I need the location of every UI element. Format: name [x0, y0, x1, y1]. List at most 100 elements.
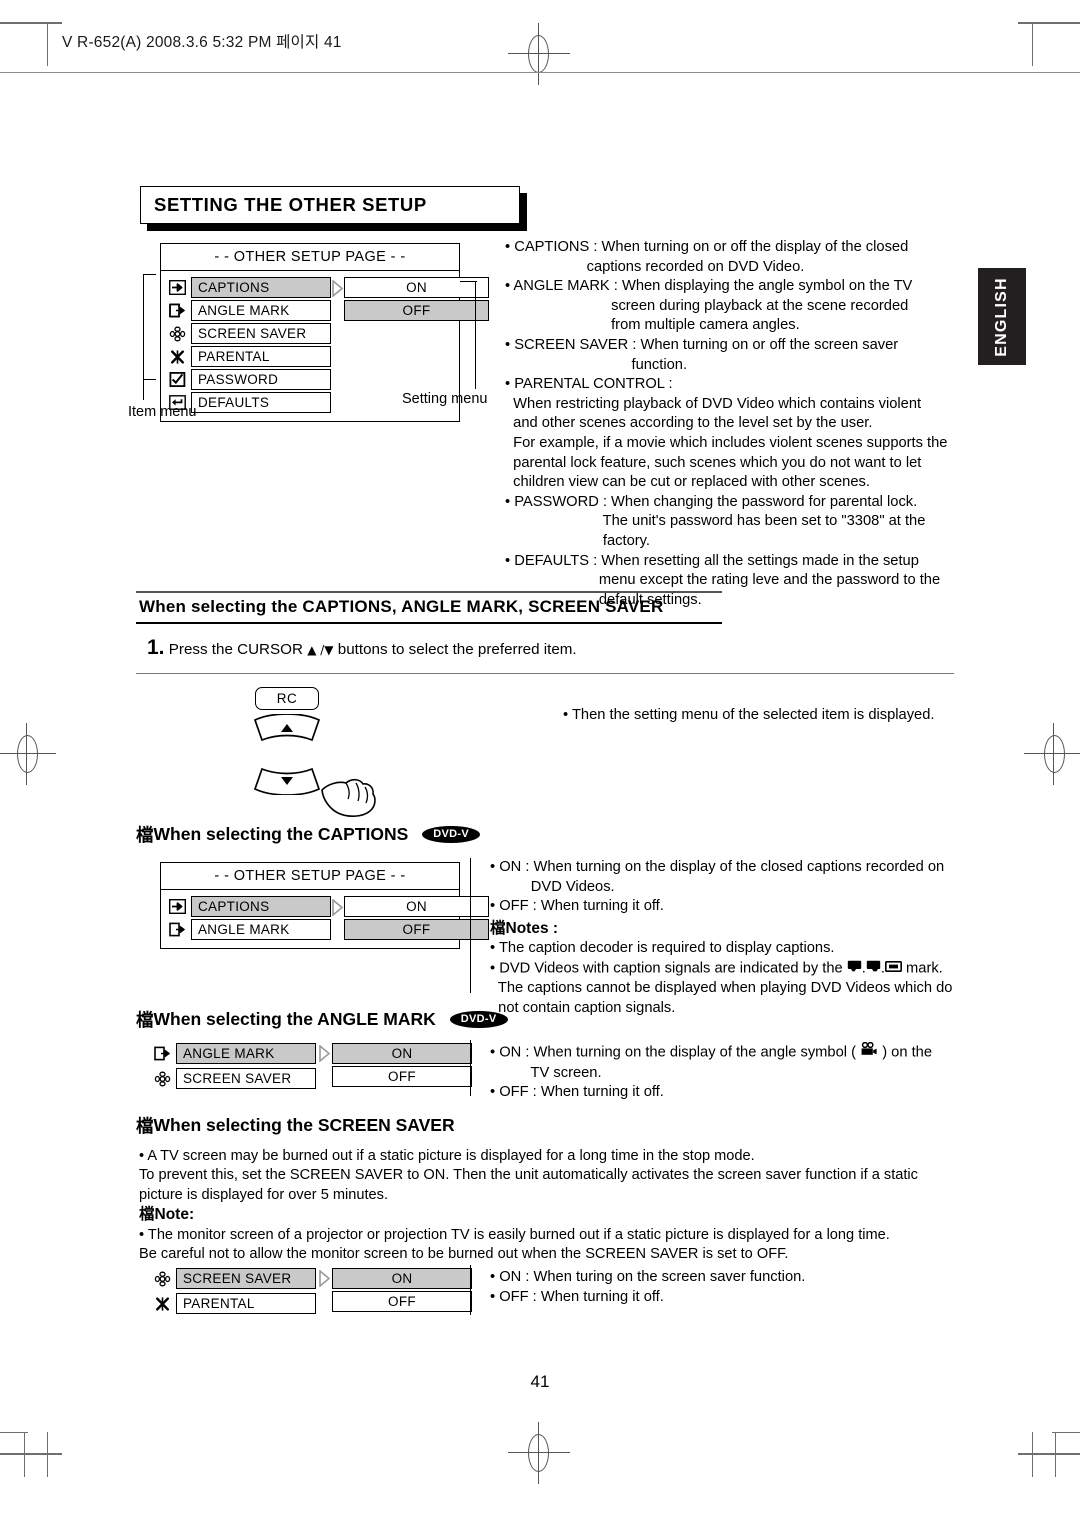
- menu-row[interactable]: PASSWORD: [167, 369, 331, 390]
- rc-label-box: RC: [255, 687, 319, 710]
- menu-item-captions[interactable]: CAPTIONS: [191, 896, 331, 917]
- menu-row[interactable]: SCREEN SAVER: [152, 1068, 316, 1089]
- chevron-right-icon: [316, 1043, 332, 1091]
- hand-pointer-icon: [321, 778, 376, 817]
- menu-item-angle-mark[interactable]: ANGLE MARK: [191, 300, 331, 321]
- heading-rule-bottom: [136, 622, 722, 624]
- setting-option-off[interactable]: OFF: [332, 1066, 472, 1087]
- chevron-right-icon: [331, 896, 344, 940]
- menu-item-screen-saver[interactable]: SCREEN SAVER: [176, 1268, 316, 1289]
- description-line: The unit's password has been set to "330…: [505, 513, 926, 530]
- registration-circle-right: [1044, 735, 1065, 773]
- menu-header: - - OTHER SETUP PAGE - -: [161, 863, 459, 890]
- description-line: For example, if a movie which includes v…: [505, 434, 948, 451]
- arrow-exit-icon: [167, 302, 187, 320]
- description-line: • The caption decoder is required to dis…: [490, 940, 835, 957]
- step-text-before: Press the CURSOR: [168, 641, 303, 658]
- setting-option-on[interactable]: ON: [344, 896, 489, 917]
- arrow-right-filled-icon: [167, 898, 187, 916]
- language-tab-label: ENGLISH: [993, 276, 1010, 357]
- description-line-with-icon: • ON : When turning on the display of th…: [490, 1041, 960, 1064]
- description-line: captions recorded on DVD Video.: [505, 258, 805, 275]
- chevron-right-icon: [316, 1268, 332, 1316]
- menu-row[interactable]: ANGLE MARK: [167, 300, 331, 321]
- arrow-exit-icon: [152, 1045, 172, 1063]
- menu-item-defaults[interactable]: DEFAULTS: [191, 392, 331, 413]
- checkbox-icon: [167, 371, 187, 389]
- description-line: • ON : When turning on the display of th…: [490, 859, 945, 875]
- description-line-with-icons: • DVD Videos with caption signals are in…: [490, 959, 943, 979]
- setting-option-off[interactable]: OFF: [344, 300, 489, 321]
- description-line: The captions cannot be displayed when pl…: [490, 980, 953, 997]
- screen-saver-option-descriptions: • ON : When turing on the screen saver f…: [490, 1268, 960, 1307]
- screen-saver-section-heading: 檔 When selecting the SCREEN SAVER: [136, 1113, 455, 1138]
- description-line: Be careful not to allow the monitor scre…: [139, 1246, 789, 1263]
- notes-bullet-glyph: 檔: [490, 918, 506, 937]
- description-line: picture is displayed for over 5 minutes.: [139, 1186, 389, 1203]
- description-line: TV screen.: [490, 1064, 602, 1081]
- menu-item-angle-mark[interactable]: ANGLE MARK: [191, 919, 331, 940]
- menu-item-captions[interactable]: CAPTIONS: [191, 277, 331, 298]
- flower-icon: [152, 1270, 172, 1288]
- menu-item-screen-saver[interactable]: SCREEN SAVER: [191, 323, 331, 344]
- selecting-heading: When selecting the CAPTIONS, ANGLE MARK,…: [139, 597, 664, 616]
- step1-note: • Then the setting menu of the selected …: [563, 707, 935, 723]
- cursor-down-button-icon[interactable]: [252, 763, 322, 795]
- margin-rule-right-bottom: [1032, 1432, 1033, 1477]
- menu-item-parental[interactable]: PARENTAL: [191, 346, 331, 367]
- description-line: factory.: [505, 532, 651, 549]
- menu-row[interactable]: ANGLE MARK: [167, 919, 331, 940]
- description-line: • SCREEN SAVER : When turning on or off …: [505, 336, 899, 353]
- menu-header: - - OTHER SETUP PAGE - -: [161, 244, 459, 271]
- menu-item-parental[interactable]: PARENTAL: [176, 1293, 316, 1314]
- menu-row[interactable]: CAPTIONS: [167, 896, 331, 917]
- item-menu-column: SCREEN SAVER PARENTAL: [152, 1268, 316, 1316]
- menu-item-password[interactable]: PASSWORD: [191, 369, 331, 390]
- menu-item-screen-saver[interactable]: SCREEN SAVER: [176, 1068, 316, 1089]
- menu-row[interactable]: PARENTAL: [152, 1293, 316, 1314]
- angle-column-divider: [470, 1040, 471, 1096]
- menu-row[interactable]: SCREEN SAVER: [167, 323, 331, 344]
- item-menu-column: ANGLE MARK SCREEN SAVER: [152, 1043, 316, 1091]
- crop-mark-bottom-left: [0, 1453, 62, 1455]
- arrow-exit-icon: [167, 921, 187, 939]
- step-text-after: buttons to select the preferred item.: [337, 641, 577, 658]
- setting-option-on[interactable]: ON: [332, 1043, 472, 1064]
- crop-mark-bottom-right: [1018, 1453, 1080, 1455]
- margin-rule-right-inner: [1032, 22, 1033, 66]
- file-header-text: V R-652(A) 2008.3.6 5:32 PM 페이지 41: [62, 34, 342, 51]
- setting-option-on[interactable]: ON: [332, 1268, 472, 1289]
- description-line: • OFF : When turning it off.: [490, 898, 664, 915]
- captions-section-heading: 檔 When selecting the CAPTIONS DVD-V: [136, 822, 480, 847]
- angle-on-text-post: ) on the: [882, 1044, 932, 1061]
- menu-row[interactable]: ANGLE MARK: [152, 1043, 316, 1064]
- caption-mark-icon-2: [866, 959, 881, 979]
- description-line: parental lock feature, such scenes which…: [505, 454, 922, 471]
- setting-option-off[interactable]: OFF: [344, 919, 489, 940]
- setting-menu-label: Setting menu: [402, 391, 488, 407]
- section-title-block: SETTING THE OTHER SETUP: [140, 186, 527, 231]
- menu-row[interactable]: SCREEN SAVER: [152, 1268, 316, 1289]
- margin-rule-left-inner: [47, 22, 48, 66]
- screen-saver-heading-text: When selecting the SCREEN SAVER: [153, 1115, 455, 1135]
- description-line: screen during playback at the scene reco…: [505, 297, 909, 314]
- menu-row[interactable]: CAPTIONS: [167, 277, 331, 298]
- heading-rule-top: [136, 591, 722, 594]
- description-line: children view can be cut or replaced wit…: [505, 474, 870, 491]
- screen-saver-body: • A TV screen may be burned out if a sta…: [139, 1147, 959, 1264]
- screen-column-divider: [470, 1265, 471, 1315]
- setting-option-off[interactable]: OFF: [332, 1291, 472, 1312]
- angle-mark-menu: ANGLE MARK SCREEN SAVER ON OFF: [152, 1043, 472, 1091]
- menu-item-angle-mark[interactable]: ANGLE MARK: [176, 1043, 316, 1064]
- cursor-up-button-icon[interactable]: [252, 714, 322, 746]
- crop-tick-bottom-left: [0, 1432, 28, 1433]
- angle-on-text-pre: • ON : When turning on the display of th…: [490, 1044, 856, 1061]
- other-setup-descriptions: • CAPTIONS : When turning on or off the …: [505, 238, 975, 610]
- step-number: 1.: [147, 636, 165, 659]
- margin-rule-left-bottom2: [24, 1432, 25, 1477]
- flower-icon: [167, 325, 187, 343]
- item-menu-column: CAPTIONS ANGLE MARK: [167, 896, 331, 940]
- crop-mark-top-right: [1018, 22, 1080, 24]
- menu-row[interactable]: PARENTAL: [167, 346, 331, 367]
- description-line: • ANGLE MARK : When displaying the angle…: [505, 278, 913, 295]
